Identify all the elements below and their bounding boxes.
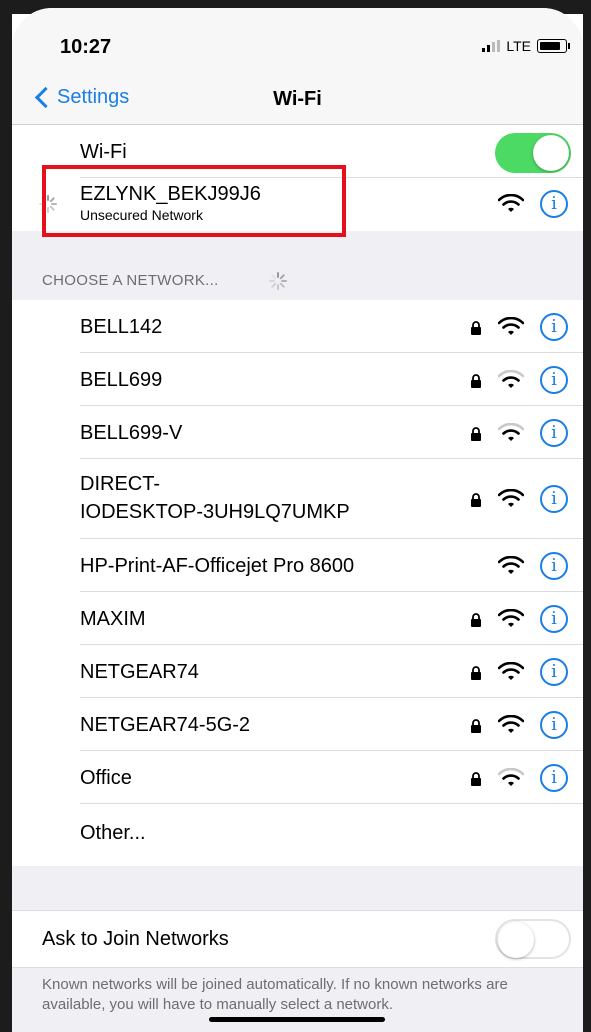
wifi-toggle[interactable]: [495, 133, 571, 173]
ask-to-join-footer: Known networks will be joined automatica…: [42, 976, 508, 1013]
home-indicator[interactable]: [209, 1017, 385, 1022]
signal-icon: [482, 40, 501, 52]
network-row[interactable]: NETGEAR74-5G-2 i: [12, 698, 583, 751]
page-title: Wi-Fi: [273, 88, 322, 110]
wifi-signal-icon: [498, 715, 524, 733]
network-row[interactable]: DIRECT- IODESKTOP-3UH9LQ7UMKP i: [12, 459, 583, 539]
scanning-spinner-icon: [269, 272, 287, 290]
lock-icon: [471, 321, 481, 335]
info-button[interactable]: i: [540, 552, 568, 580]
lock-icon: [471, 493, 481, 507]
ask-to-join-label: Ask to Join Networks: [42, 928, 229, 950]
ask-to-join-toggle[interactable]: [495, 919, 571, 959]
status-right: LTE: [482, 38, 570, 54]
lock-icon: [471, 613, 481, 627]
network-row[interactable]: BELL699 i: [12, 353, 583, 406]
network-name: BELL699-V: [80, 422, 183, 444]
info-button[interactable]: i: [540, 366, 568, 394]
wifi-signal-icon: [498, 423, 524, 441]
screen: 10:27 LTE Settings Wi-Fi Wi-Fi EZLYNK_BE…: [12, 8, 583, 1032]
phone-frame: 10:27 LTE Settings Wi-Fi Wi-Fi EZLYNK_BE…: [0, 0, 591, 1032]
network-name: MAXIM: [80, 608, 146, 630]
other-network-label: Other...: [80, 822, 146, 844]
ask-to-join-group: Ask to Join Networks: [12, 910, 583, 968]
lock-icon: [471, 772, 481, 786]
choose-network-header: CHOOSE A NETWORK...: [42, 272, 219, 289]
wifi-signal-icon: [498, 317, 524, 335]
info-button[interactable]: i: [540, 419, 568, 447]
network-row[interactable]: HP-Print-AF-Officejet Pro 8600 i: [12, 539, 583, 592]
navigation-bar: Settings Wi-Fi: [12, 78, 583, 125]
bezel-right: [583, 0, 591, 1032]
network-row[interactable]: MAXIM i: [12, 592, 583, 645]
wifi-signal-icon: [498, 609, 524, 627]
info-button[interactable]: i: [540, 658, 568, 686]
carrier-label: LTE: [506, 38, 531, 54]
network-row[interactable]: NETGEAR74 i: [12, 645, 583, 698]
battery-icon: [537, 39, 570, 53]
network-row[interactable]: BELL142 i: [12, 300, 583, 353]
status-time: 10:27: [60, 36, 112, 58]
network-name: BELL699: [80, 369, 163, 391]
wifi-signal-icon: [498, 662, 524, 680]
wifi-signal-icon: [498, 370, 524, 388]
lock-icon: [471, 374, 481, 388]
info-button[interactable]: i: [540, 313, 568, 341]
network-name: NETGEAR74-5G-2: [80, 714, 251, 736]
wifi-signal-icon: [498, 194, 524, 212]
status-bar: 10:27 LTE: [12, 8, 583, 78]
lock-icon: [471, 427, 481, 441]
network-name: HP-Print-AF-Officejet Pro 8600: [80, 555, 355, 577]
other-network-row[interactable]: Other...: [12, 804, 583, 860]
info-button[interactable]: i: [540, 605, 568, 633]
info-button[interactable]: i: [540, 764, 568, 792]
info-button[interactable]: i: [540, 711, 568, 739]
bezel-left: [0, 0, 12, 1032]
network-list: BELL142 i BELL699 i BELL699-V i DIRECT- …: [12, 300, 583, 866]
network-name: BELL142: [80, 316, 163, 338]
network-name: Office: [80, 767, 132, 789]
network-name: NETGEAR74: [80, 661, 199, 683]
wifi-signal-icon: [498, 489, 524, 507]
info-button[interactable]: i: [540, 190, 568, 218]
lock-icon: [471, 666, 481, 680]
network-name-line2: IODESKTOP-3UH9LQ7UMKP: [80, 501, 350, 523]
wifi-toggle-label: Wi-Fi: [80, 141, 127, 163]
network-name-line1: DIRECT-: [80, 473, 160, 495]
wifi-signal-icon: [498, 768, 524, 786]
wifi-signal-icon: [498, 556, 524, 574]
highlight-box: [42, 165, 346, 237]
lock-icon: [471, 719, 481, 733]
network-row[interactable]: Office i: [12, 751, 583, 804]
network-row[interactable]: BELL699-V i: [12, 406, 583, 459]
info-button[interactable]: i: [540, 485, 568, 513]
